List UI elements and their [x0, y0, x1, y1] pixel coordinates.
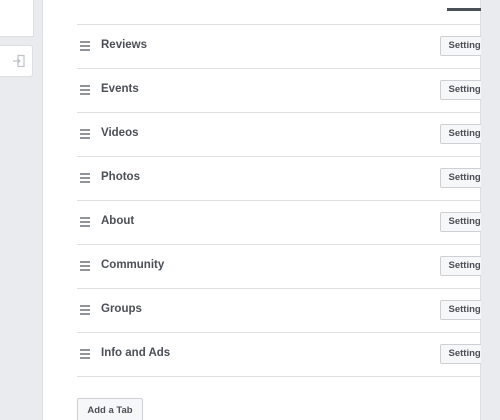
drag-handle-icon[interactable]: [80, 173, 90, 183]
drag-handle-icon[interactable]: [80, 305, 90, 315]
sign-in-icon[interactable]: [12, 54, 26, 68]
drag-handle-line: [80, 85, 90, 87]
right-gutter: [481, 0, 500, 420]
sidebar-card: [0, 0, 34, 37]
tab-row: Reviews Settings: [77, 25, 495, 69]
tab-list: Reviews Settings Events Settings Videos Setti…: [77, 25, 495, 377]
drag-handle-line: [80, 181, 90, 183]
drag-handle-line: [80, 129, 90, 131]
tab-label: Community: [101, 259, 165, 271]
drag-handle-line: [80, 353, 90, 355]
tab-label: Videos: [101, 127, 139, 139]
drag-handle-line: [80, 357, 90, 359]
drag-handle-icon[interactable]: [80, 41, 90, 51]
drag-handle-line: [80, 221, 90, 223]
drag-handle-line: [80, 93, 90, 95]
tab-label: Info and Ads: [101, 347, 171, 359]
drag-handle-line: [80, 41, 90, 43]
tab-row: About Settings: [77, 201, 495, 245]
page: Reviews Settings Events Settings Videos Setti…: [0, 0, 500, 420]
tab-label: Groups: [101, 303, 142, 315]
drag-handle-line: [80, 313, 90, 315]
tab-row: Photos Settings: [77, 157, 495, 201]
tab-label: Reviews: [101, 39, 148, 51]
drag-handle-line: [80, 217, 90, 219]
drag-handle-line: [80, 309, 90, 311]
tab-row: Info and Ads Settings: [77, 333, 495, 377]
drag-handle-line: [80, 305, 90, 307]
tabs-settings-panel: Reviews Settings Events Settings Videos Setti…: [42, 0, 495, 420]
drag-handle-icon[interactable]: [80, 349, 90, 359]
drag-handle-line: [80, 137, 90, 139]
tab-label: Events: [101, 83, 139, 95]
drag-handle-line: [80, 173, 90, 175]
drag-handle-line: [80, 49, 90, 51]
left-sidebar: [0, 0, 42, 420]
drag-handle-line: [80, 265, 90, 267]
drag-handle-icon[interactable]: [80, 85, 90, 95]
drag-handle-line: [80, 261, 90, 263]
drag-handle-icon[interactable]: [80, 261, 90, 271]
drag-handle-line: [80, 349, 90, 351]
drag-handle-icon[interactable]: [80, 217, 90, 227]
tab-label: About: [101, 215, 135, 227]
drag-handle-line: [80, 45, 90, 47]
drag-handle-line: [80, 177, 90, 179]
drag-handle-line: [80, 269, 90, 271]
tab-label: Photos: [101, 171, 140, 183]
drag-handle-line: [80, 89, 90, 91]
tab-row: Groups Settings: [77, 289, 495, 333]
header-text-cutoff: [77, 0, 257, 4]
sidebar-login-item[interactable]: [0, 45, 33, 77]
drag-handle-line: [80, 225, 90, 227]
drag-handle-line: [80, 133, 90, 135]
tab-row: Events Settings: [77, 69, 495, 113]
tab-row: Community Settings: [77, 245, 495, 289]
add-tab-button[interactable]: Add a Tab: [77, 398, 143, 420]
tab-row: Videos Settings: [77, 113, 495, 157]
panel-header: [77, 0, 495, 25]
drag-handle-icon[interactable]: [80, 129, 90, 139]
